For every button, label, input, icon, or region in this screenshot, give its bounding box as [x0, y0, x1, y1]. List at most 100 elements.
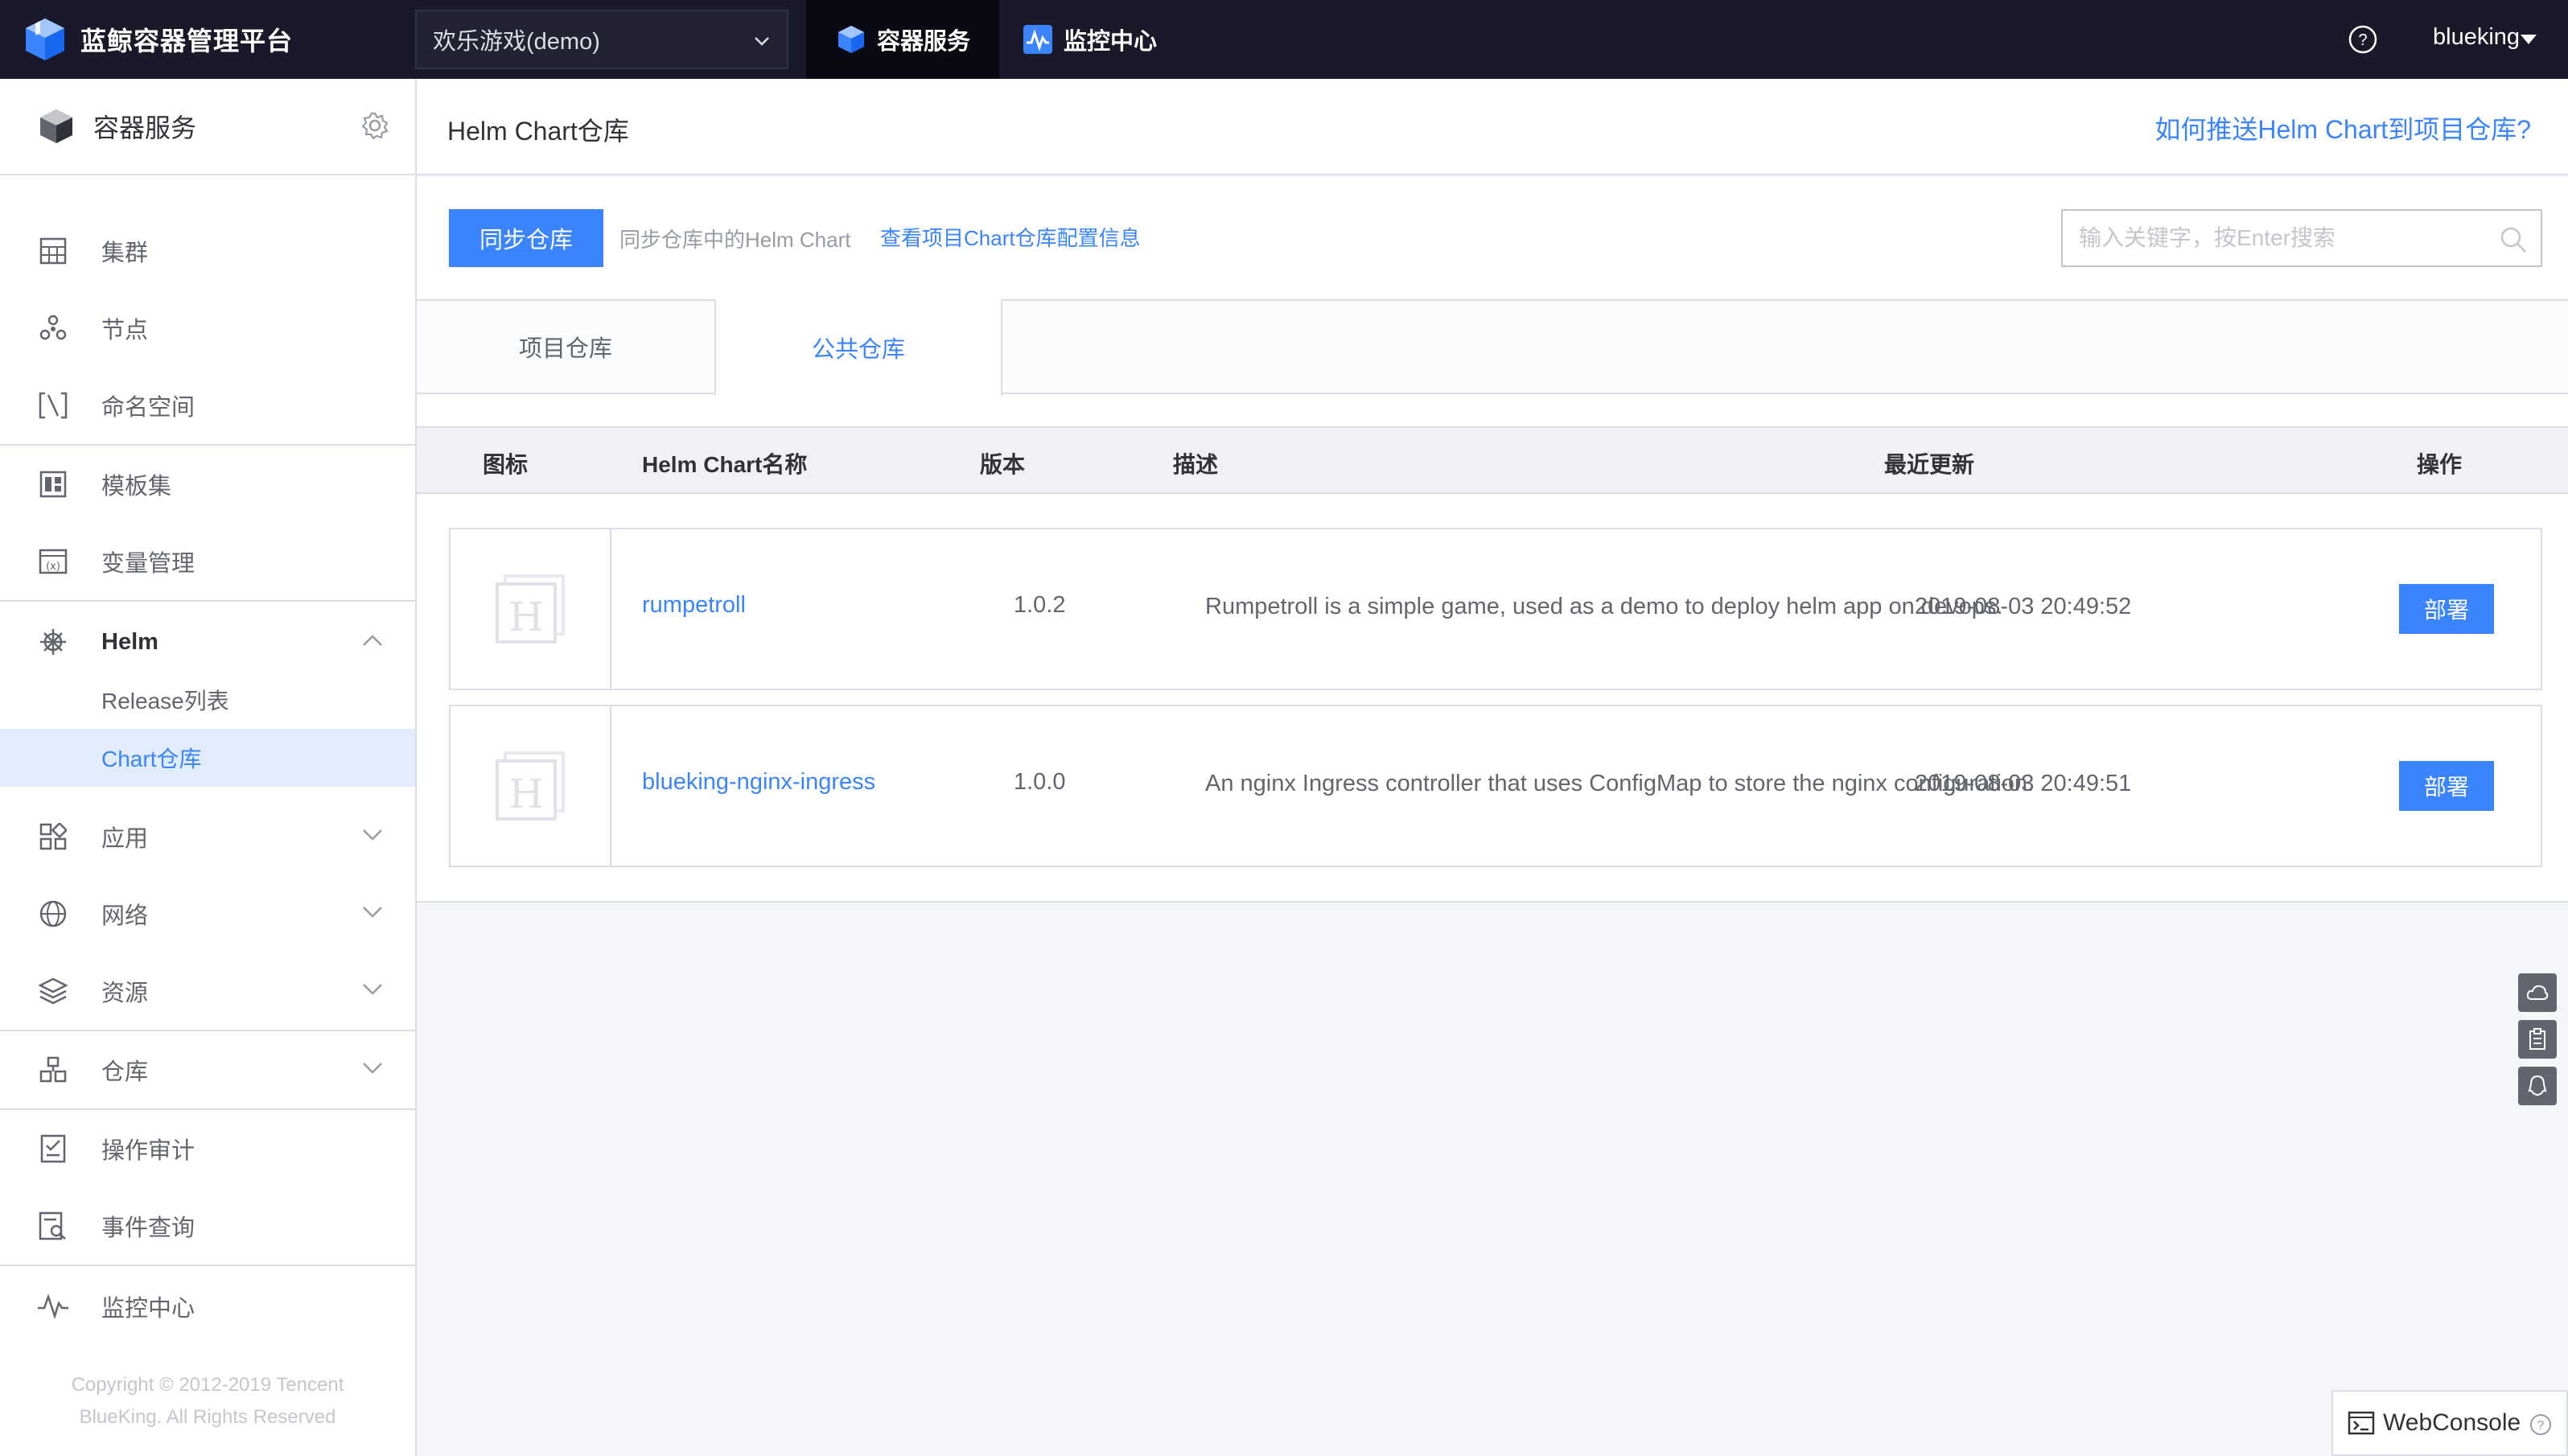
sidebar-item-node[interactable]: 节点	[0, 290, 415, 367]
column-header: 最近更新	[1884, 452, 1975, 477]
push-chart-help-link[interactable]: 如何推送Helm Chart到项目仓库?	[2154, 109, 2531, 146]
chart-updated: 2019-08-03 20:49:52	[1915, 594, 2132, 619]
helm-chart-placeholder-icon: H	[496, 574, 565, 644]
chevron-down-icon	[363, 984, 382, 995]
svg-text:?: ?	[2537, 1419, 2545, 1433]
column-header: 图标	[483, 452, 529, 477]
tab-label: 项目仓库	[518, 336, 612, 362]
sidebar-item-helm[interactable]: Helm	[0, 603, 415, 681]
cloud-tool-button[interactable]	[2518, 973, 2557, 1012]
page-header: Helm Chart仓库 如何推送Helm Chart到项目仓库?	[417, 79, 2568, 175]
cloud-icon	[2526, 985, 2549, 1000]
sidebar-item-label: 变量管理	[101, 551, 195, 577]
sidebar-item-label: 仓库	[101, 1059, 149, 1085]
resource-icon	[37, 975, 69, 1007]
user-menu[interactable]: blueking	[2433, 24, 2520, 51]
svg-text:H: H	[508, 594, 544, 640]
sidebar-item-namespace[interactable]: 命名空间	[0, 367, 415, 444]
tab-project-repo[interactable]: 项目仓库	[417, 299, 716, 394]
column-header: 描述	[1173, 452, 1219, 477]
sidebar-item-label: 网络	[101, 903, 149, 929]
sidebar-item-event[interactable]: 事件查询	[0, 1187, 415, 1265]
bluewhale-logo-icon	[26, 19, 64, 60]
tab-label: 公共仓库	[811, 337, 905, 363]
network-icon	[37, 898, 69, 930]
chart-name-link[interactable]: rumpetroll	[642, 592, 746, 619]
help-icon[interactable]: ?	[2348, 24, 2378, 55]
nav-monitor-center[interactable]: 监控中心	[993, 0, 1186, 79]
sidebar-item-label: 操作审计	[101, 1138, 195, 1164]
sidebar-divider	[0, 600, 415, 602]
sidebar-subitem-chart-repo[interactable]: Chart仓库	[0, 729, 415, 787]
helm-icon	[37, 626, 69, 658]
search-input[interactable]	[2063, 211, 2481, 265]
sidebar-item-network[interactable]: 网络	[0, 875, 415, 952]
app-icon	[37, 821, 69, 853]
deploy-button[interactable]: 部署	[2399, 761, 2494, 811]
chevron-down-icon	[755, 37, 769, 46]
chart-icon-cell: H	[451, 706, 611, 866]
sidebar-item-template[interactable]: 模板集	[0, 446, 415, 523]
brand[interactable]: 蓝鲸容器管理平台	[0, 0, 402, 79]
caret-down-icon[interactable]	[2520, 34, 2537, 45]
svg-text:?: ?	[2358, 31, 2367, 49]
namespace-icon	[37, 389, 69, 422]
search-box[interactable]	[2061, 209, 2542, 267]
sidebar: 容器服务 集群 节点 命名空间 模板集 (x) 变量管理 Helm Releas…	[0, 79, 417, 1456]
sidebar-item-label: 事件查询	[101, 1215, 195, 1241]
sync-hint: 同步仓库中的Helm Chart	[619, 228, 851, 252]
project-selector-value: 欢乐游戏(demo)	[433, 29, 600, 55]
clipboard-tool-button[interactable]	[2518, 1020, 2557, 1059]
qq-tool-button[interactable]	[2518, 1067, 2557, 1105]
tab-public-repo[interactable]: 公共仓库	[714, 299, 1002, 396]
chart-description: An nginx Ingress controller that uses Co…	[1205, 771, 2035, 796]
webconsole-button[interactable]: WebConsole ?	[2331, 1390, 2568, 1456]
column-header: 版本	[980, 452, 1026, 477]
terminal-icon	[2348, 1411, 2375, 1435]
copyright-line: BlueKing. All Rights Reserved	[79, 1406, 336, 1428]
svg-text:H: H	[508, 771, 544, 817]
sidebar-item-resource[interactable]: 资源	[0, 952, 415, 1030]
variable-icon: (x)	[37, 545, 69, 578]
gear-icon[interactable]	[360, 111, 389, 140]
audit-icon	[37, 1133, 69, 1165]
webconsole-label: WebConsole	[2383, 1409, 2521, 1436]
chevron-down-icon	[363, 1063, 382, 1074]
sidebar-subitem-label: Chart仓库	[101, 747, 202, 771]
chevron-up-icon	[363, 635, 382, 646]
sidebar-item-label: 集群	[101, 241, 149, 266]
sidebar-item-label: 命名空间	[101, 395, 195, 421]
cube-icon	[838, 26, 864, 53]
sidebar-subitem-release-list[interactable]: Release列表	[0, 671, 415, 729]
template-icon	[37, 468, 69, 500]
repo-config-link[interactable]: 查看项目Chart仓库配置信息	[880, 222, 1141, 252]
sidebar-divider	[0, 1265, 415, 1266]
chart-icon-cell: H	[451, 529, 611, 689]
table-header: 图标 Helm Chart名称 版本 描述 最近更新 操作	[417, 426, 2568, 494]
table-row: H blueking-nginx-ingress 1.0.0 An nginx …	[449, 705, 2542, 867]
sidebar-item-monitor[interactable]: 监控中心	[0, 1268, 415, 1345]
sidebar-item-audit[interactable]: 操作审计	[0, 1110, 415, 1187]
chart-repo-panel: 同步仓库 同步仓库中的Helm Chart 查看项目Chart仓库配置信息 项目…	[417, 177, 2568, 903]
sidebar-item-repository[interactable]: 仓库	[0, 1031, 415, 1108]
node-icon	[37, 312, 69, 344]
sidebar-item-label: 模板集	[101, 474, 172, 500]
cluster-icon	[37, 235, 69, 267]
sync-repo-button[interactable]: 同步仓库	[449, 209, 603, 267]
sidebar-subitem-label: Release列表	[101, 689, 229, 714]
sidebar-item-label: 节点	[101, 318, 149, 343]
clipboard-icon	[2529, 1028, 2545, 1050]
project-selector[interactable]: 欢乐游戏(demo)	[415, 10, 788, 69]
chart-name-link[interactable]: blueking-nginx-ingress	[642, 769, 875, 796]
help-icon[interactable]: ?	[2529, 1413, 2552, 1436]
chart-version: 1.0.2	[1014, 592, 1066, 618]
search-icon[interactable]	[2499, 225, 2528, 254]
sidebar-title: 容器服务	[93, 113, 197, 142]
nav-container-service[interactable]: 容器服务	[806, 0, 1000, 79]
sidebar-item-variable[interactable]: (x) 变量管理	[0, 523, 415, 600]
sidebar-item-app[interactable]: 应用	[0, 798, 415, 875]
sidebar-item-cluster[interactable]: 集群	[0, 212, 415, 290]
sidebar-item-label: 监控中心	[101, 1296, 195, 1322]
copyright: Copyright © 2012-2019 Tencent BlueKing. …	[0, 1369, 415, 1433]
deploy-button[interactable]: 部署	[2399, 584, 2494, 634]
